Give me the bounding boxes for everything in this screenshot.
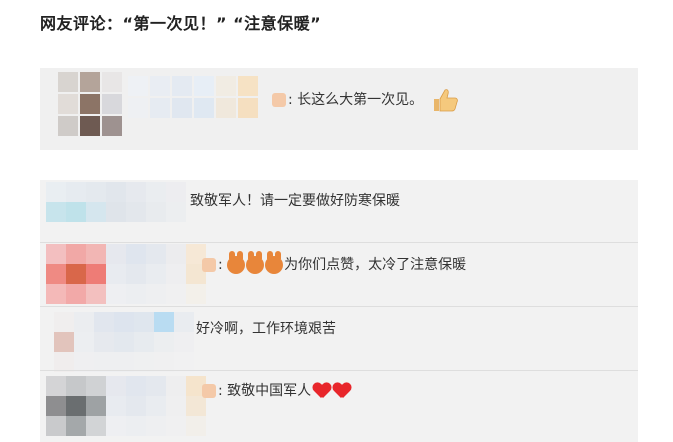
divider [40,242,638,243]
blurred-avatar [46,182,186,222]
badge-icon [272,93,286,107]
orange-cheer-icon [265,251,284,274]
comment-3: : 为你们点赞，太冷了注意保暖 [202,251,467,274]
divider [40,306,638,307]
thumbs-up-icon [433,89,458,112]
badge-icon [202,384,216,398]
comment-text: 长这么大第一次见。 [297,92,424,108]
blurred-avatar [54,312,194,372]
blurred-username [128,76,260,120]
comment-text: 为你们点赞，太冷了注意保暖 [284,257,467,273]
comment-5: : 致敬中国军人 [202,380,351,400]
blurred-avatar [58,72,124,138]
page-heading: 网友评论：“第一次见！” “注意保暖” [40,14,322,33]
comment-list: 致敬军人！请一定要做好防寒保暖 : 为你们点赞，太冷了注意保暖 好冷啊，工作环境… [40,180,638,442]
divider [40,370,638,371]
blurred-avatar [46,244,206,304]
red-heart-icon [333,383,351,399]
comment-card-featured: : 长这么大第一次见。 [40,68,638,150]
red-heart-icon [313,383,331,399]
comment-2: 致敬军人！请一定要做好防寒保暖 [190,193,400,209]
orange-cheer-icon [246,251,265,274]
comment-4: 好冷啊，工作环境艰苦 [196,321,336,337]
comment-text: 致敬中国军人 [227,383,312,399]
orange-cheer-icon [227,251,246,274]
blurred-avatar [46,376,206,436]
comment-1: : 长这么大第一次见。 [272,88,458,112]
badge-icon [202,258,216,272]
